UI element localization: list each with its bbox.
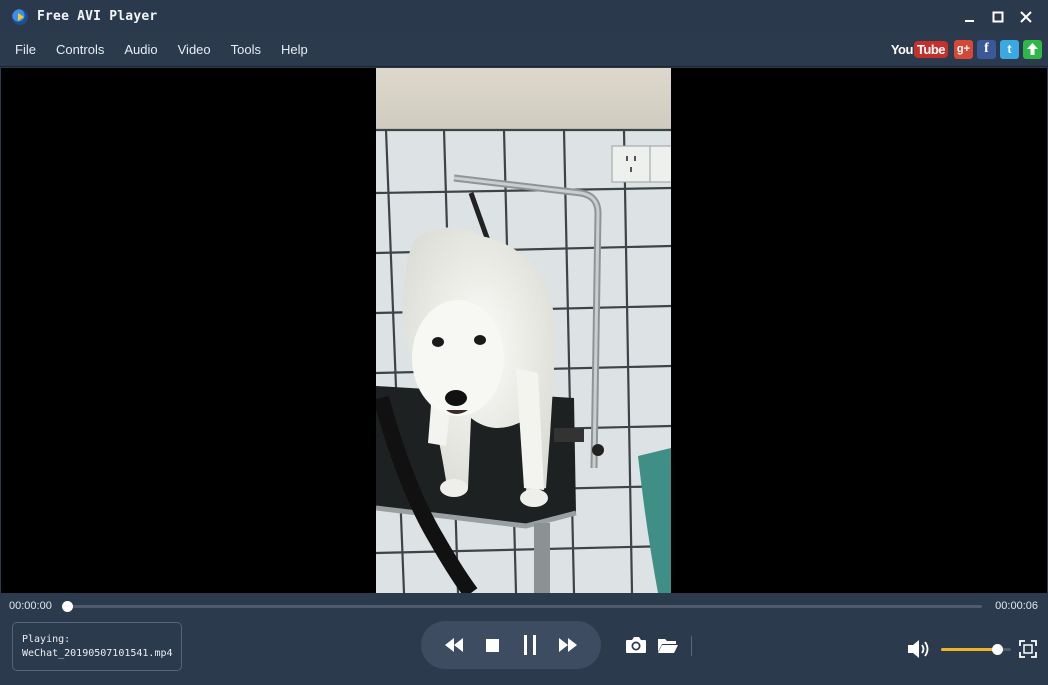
speaker-icon [908, 640, 929, 658]
current-time: 00:00:00 [9, 600, 52, 612]
open-folder-button[interactable] [656, 634, 680, 656]
stop-button[interactable] [478, 631, 506, 659]
camera-icon [626, 637, 646, 653]
app-title: Free AVI Player [37, 9, 158, 24]
facebook-icon[interactable]: f [977, 39, 996, 59]
pause-button[interactable] [516, 631, 544, 659]
video-frame [376, 68, 671, 593]
menu-audio[interactable]: Audio [114, 33, 167, 67]
close-icon [1020, 10, 1032, 23]
playback-controls [421, 621, 601, 669]
seek-bar[interactable] [66, 605, 982, 608]
pause-icon [524, 635, 536, 655]
volume-handle[interactable] [992, 644, 1003, 655]
playing-label: Playing: [22, 634, 71, 645]
menu-controls[interactable]: Controls [46, 33, 114, 67]
fast-forward-button[interactable] [554, 631, 582, 659]
folder-icon [658, 639, 678, 653]
video-frame-image [376, 68, 671, 593]
stop-icon [485, 638, 499, 652]
twitter-icon[interactable]: t [1000, 39, 1019, 59]
app-logo-icon [12, 8, 28, 25]
video-display[interactable] [1, 68, 1047, 593]
fullscreen-icon [1019, 640, 1037, 658]
menu-help[interactable]: Help [271, 33, 318, 67]
fullscreen-button[interactable] [1019, 640, 1037, 658]
upload-arrow-icon[interactable] [1023, 39, 1042, 59]
volume-level [941, 648, 997, 651]
youtube-button[interactable]: You Tube [891, 39, 948, 59]
googleplus-icon[interactable]: g+ [954, 39, 973, 59]
seek-handle[interactable] [62, 601, 73, 612]
menu-video[interactable]: Video [168, 33, 221, 67]
minimize-button[interactable] [956, 0, 984, 33]
control-bar: 00:00:00 00:00:06 Playing: WeChat_201905… [0, 593, 1048, 685]
close-button[interactable] [1012, 0, 1040, 33]
youtube-you-text: You [890, 41, 914, 57]
title-bar: Free AVI Player [0, 0, 1048, 33]
menu-bar: File Controls Audio Video Tools Help You… [0, 33, 1048, 67]
maximize-icon [992, 11, 1004, 22]
total-time: 00:00:06 [995, 600, 1038, 612]
rewind-button[interactable] [440, 631, 468, 659]
now-playing-box: Playing: WeChat_20190507101541.mp4 [12, 622, 182, 671]
window-controls [956, 0, 1040, 33]
minimize-icon [965, 19, 974, 22]
file-name: WeChat_20190507101541.mp4 [22, 648, 173, 659]
menu-file[interactable]: File [5, 33, 46, 67]
snapshot-button[interactable] [624, 634, 648, 656]
mute-button[interactable] [907, 638, 933, 660]
rewind-icon [445, 638, 463, 652]
fast-forward-icon [559, 638, 577, 652]
social-links: You Tube g+ f t [891, 39, 1042, 59]
toolbar-divider [691, 636, 692, 656]
youtube-tube-text: Tube [913, 40, 948, 58]
menu-tools[interactable]: Tools [221, 33, 271, 67]
maximize-button[interactable] [984, 0, 1012, 33]
